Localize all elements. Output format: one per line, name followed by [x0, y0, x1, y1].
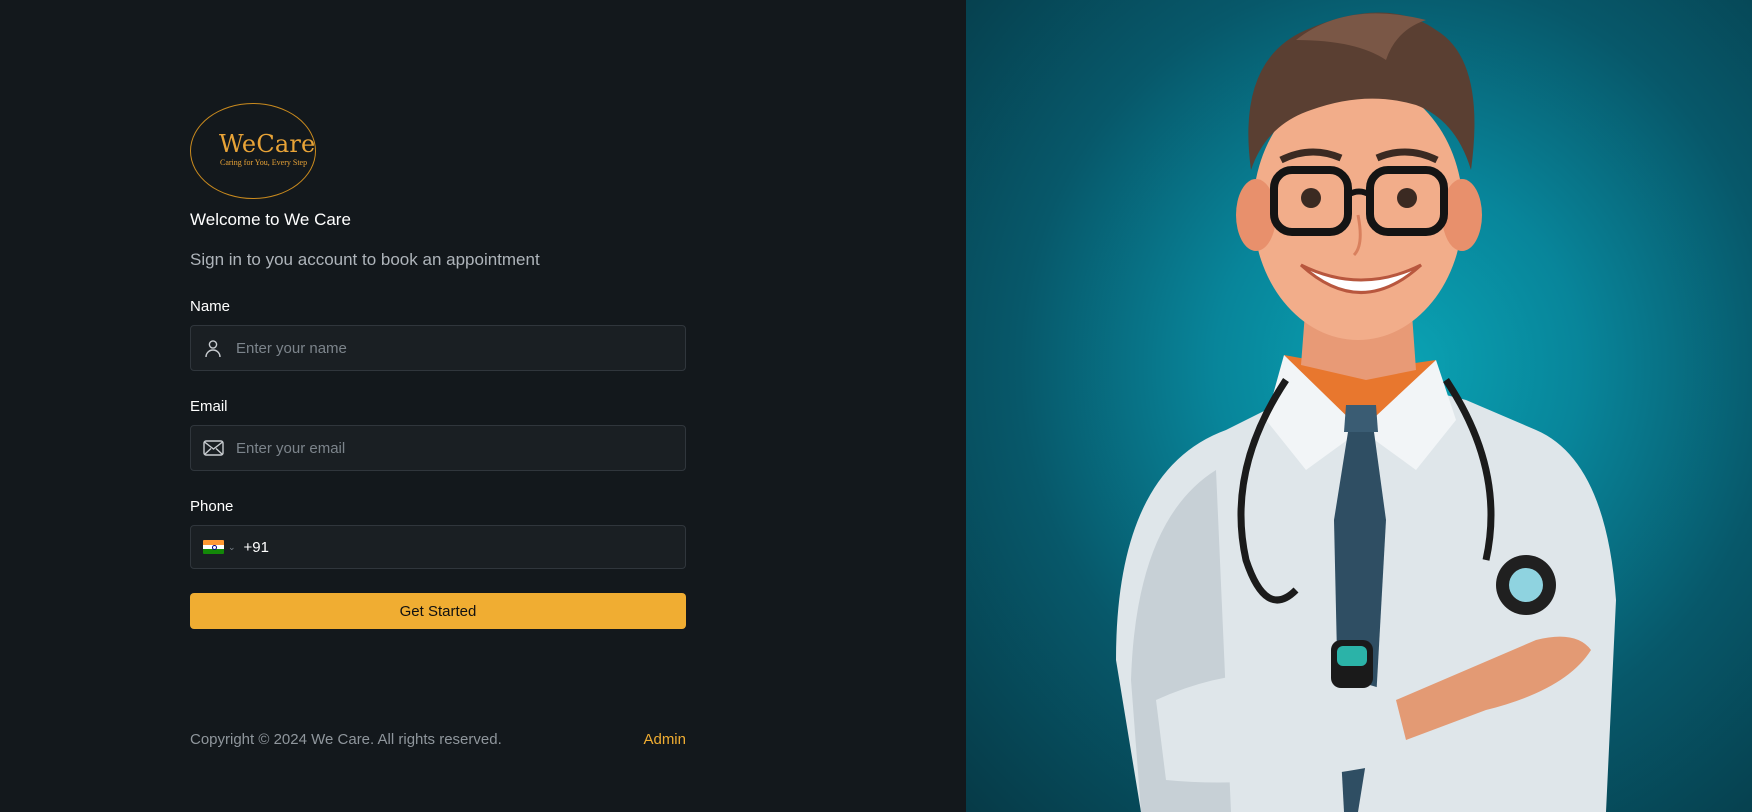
admin-link[interactable]: Admin [643, 731, 686, 748]
doctor-illustration [1116, 12, 1616, 812]
page-title: Welcome to We Care [190, 210, 351, 229]
email-input[interactable] [236, 439, 676, 457]
copyright-text: Copyright © 2024 We Care. All rights res… [190, 731, 502, 748]
signin-panel: WeCare Caring for You, Every Step Welcom… [0, 0, 966, 812]
india-flag-icon[interactable] [203, 540, 224, 554]
name-field-group: Name [190, 298, 686, 371]
phone-input-box[interactable]: ⌄ +91 [190, 525, 686, 569]
logo-tagline: Caring for You, Every Step [220, 158, 308, 167]
phone-input[interactable] [273, 538, 653, 556]
name-label: Name [190, 298, 231, 315]
get-started-button[interactable]: Get Started [190, 593, 686, 629]
wecare-logo: WeCare Caring for You, Every Step [190, 103, 316, 199]
dial-code: +91 [243, 538, 269, 556]
user-icon [201, 336, 225, 360]
phone-label: Phone [190, 498, 234, 515]
email-input-box[interactable] [190, 425, 686, 471]
mail-icon [201, 436, 225, 460]
name-input-box[interactable] [190, 325, 686, 371]
chevron-down-icon[interactable]: ⌄ [228, 542, 236, 553]
name-input[interactable] [236, 339, 676, 357]
logo-title: WeCare [219, 130, 316, 158]
footer: Copyright © 2024 We Care. All rights res… [190, 731, 686, 748]
email-label: Email [190, 398, 228, 415]
phone-field-group: Phone ⌄ +91 [190, 498, 686, 569]
page-subtitle: Sign in to you account to book an appoin… [190, 250, 540, 269]
email-field-group: Email [190, 398, 686, 471]
signin-form: WeCare Caring for You, Every Step Welcom… [190, 103, 686, 629]
hero-panel [966, 0, 1752, 812]
